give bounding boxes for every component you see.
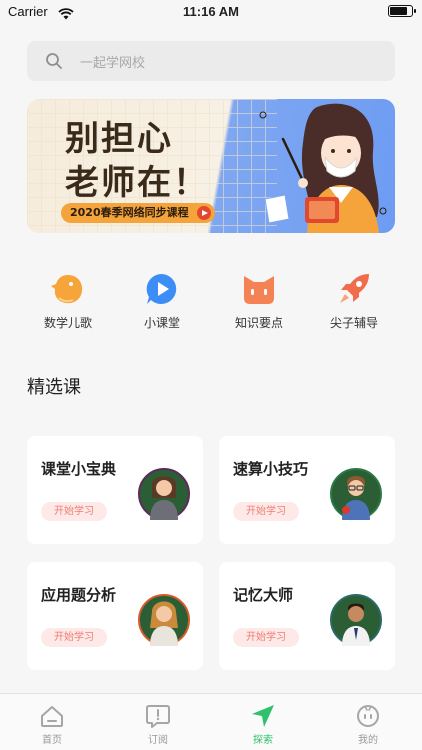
- search-icon: [45, 52, 63, 74]
- tab-label: 我的: [358, 735, 378, 746]
- tab-bar: 首页 订阅 探索 我的: [0, 693, 422, 750]
- category-key-points[interactable]: 知识要点: [219, 272, 299, 331]
- tab-profile[interactable]: 我的: [328, 694, 408, 750]
- subscribe-icon: [146, 705, 170, 728]
- teacher-woman-icon: [138, 594, 190, 646]
- play-icon: [196, 206, 211, 220]
- category-mini-class[interactable]: 小课堂: [122, 272, 202, 331]
- teacher-woman-icon: [138, 468, 190, 520]
- teacher-man-icon: [330, 594, 382, 646]
- course-card[interactable]: 课堂小宝典 开始学习: [27, 436, 203, 544]
- tab-label: 探索: [253, 735, 273, 746]
- explore-icon: [252, 705, 274, 727]
- start-learning-button[interactable]: 开始学习: [233, 502, 299, 521]
- category-label: 数学儿歌: [43, 316, 92, 330]
- rocket-icon: [340, 274, 369, 303]
- banner-headline-2: 老师在！: [65, 163, 209, 203]
- teacher-man-glasses-icon: [330, 468, 382, 520]
- play-bubble-icon: [146, 273, 177, 304]
- banner-pill-label: 2020春季网络同步课程: [70, 206, 189, 219]
- category-label: 知识要点: [234, 316, 283, 330]
- course-title: 应用题分析: [41, 586, 117, 604]
- start-learning-button[interactable]: 开始学习: [41, 502, 107, 521]
- category-label: 小课堂: [143, 316, 180, 330]
- category-row: 数学儿歌 小课堂 知识要点 尖子辅导: [0, 272, 422, 334]
- battery-level: [390, 7, 407, 15]
- search-bar[interactable]: 一起学网校: [27, 41, 395, 81]
- start-learning-button[interactable]: 开始学习: [41, 628, 107, 647]
- banner-course-pill: 2020春季网络同步课程: [61, 203, 215, 223]
- category-math-songs[interactable]: 数学儿歌: [28, 272, 108, 331]
- course-card[interactable]: 记忆大师 开始学习: [219, 562, 395, 670]
- category-label: 尖子辅导: [329, 316, 378, 330]
- course-card[interactable]: 速算小技巧 开始学习: [219, 436, 395, 544]
- category-top-tutoring[interactable]: 尖子辅导: [314, 272, 394, 331]
- profile-icon: [357, 705, 379, 727]
- search-placeholder: 一起学网校: [80, 56, 146, 71]
- status-bar: Carrier 11:16 AM: [0, 0, 422, 26]
- tab-explore[interactable]: 探索: [223, 694, 303, 750]
- teacher-illustration: [259, 103, 387, 233]
- tab-label: 首页: [42, 735, 62, 746]
- section-title: 精选课: [27, 377, 81, 398]
- tab-home[interactable]: 首页: [12, 694, 92, 750]
- tab-label: 订阅: [148, 735, 168, 746]
- course-card[interactable]: 应用题分析 开始学习: [27, 562, 203, 670]
- chick-icon: [51, 275, 83, 304]
- battery-icon: [388, 5, 416, 17]
- promo-banner[interactable]: 别担心 老师在！ 2020春季网络同步课程: [27, 99, 395, 233]
- course-title: 课堂小宝典: [41, 460, 117, 478]
- banner-headline-1: 别担心: [65, 119, 173, 159]
- tab-subscribe[interactable]: 订阅: [118, 694, 198, 750]
- cat-face-icon: [244, 276, 274, 304]
- start-learning-button[interactable]: 开始学习: [233, 628, 299, 647]
- course-title: 速算小技巧: [233, 460, 309, 478]
- status-time: 11:16 AM: [183, 4, 239, 19]
- course-title: 记忆大师: [233, 586, 294, 604]
- home-icon: [41, 706, 63, 727]
